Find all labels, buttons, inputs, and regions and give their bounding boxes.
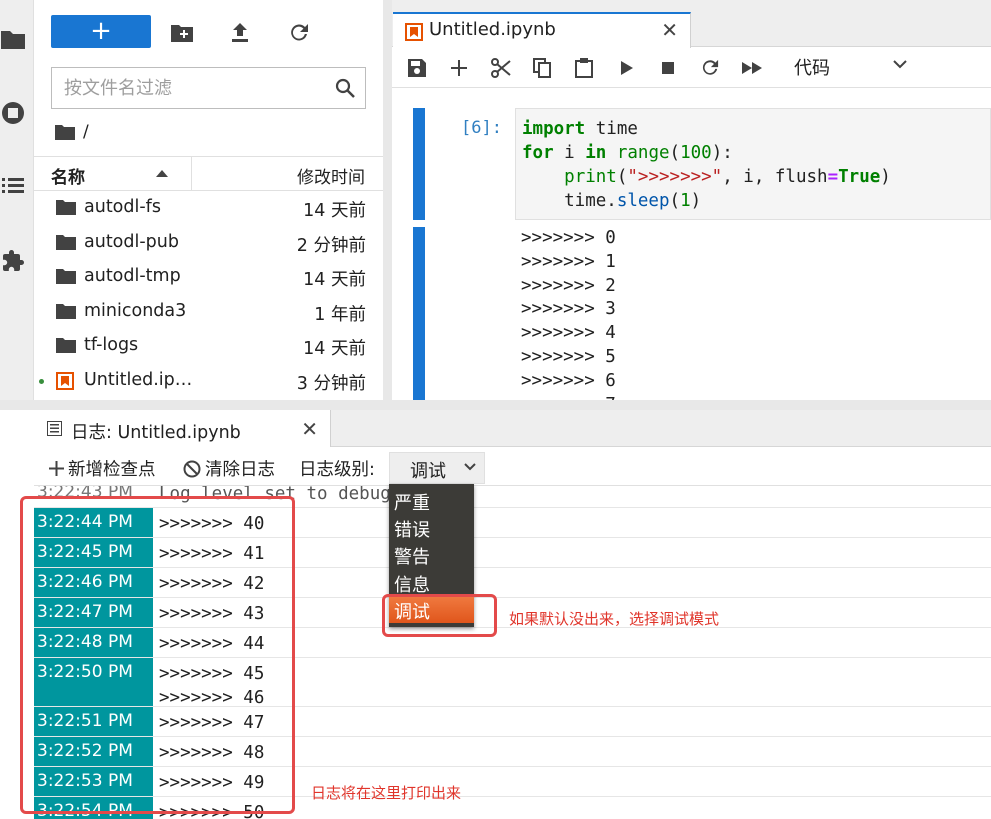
tab-notebook[interactable]: Untitled.ipynb ✕ (393, 12, 691, 48)
file-filter-input[interactable] (64, 76, 324, 100)
log-level-label: 日志级别: (299, 460, 375, 480)
file-name: autodl-tmp (84, 266, 181, 286)
save-icon[interactable] (403, 54, 431, 82)
file-modified: 14 天前 (303, 270, 366, 290)
breadcrumb-root[interactable]: / (83, 122, 89, 142)
restart-icon[interactable] (696, 54, 724, 82)
log-level-option[interactable]: 信息 (389, 569, 474, 596)
log-level-option[interactable]: 警告 (389, 541, 474, 568)
file-row[interactable]: tf-logs 14 天前 (34, 329, 383, 363)
close-icon[interactable]: ✕ (661, 18, 678, 42)
notebook-icon (56, 371, 74, 390)
breadcrumb: / (55, 120, 89, 144)
add-cell-icon[interactable] (445, 54, 473, 82)
extension-icon[interactable] (0, 248, 26, 274)
close-icon[interactable]: ✕ (301, 417, 318, 441)
code-cell[interactable]: [6]: import time for i in range(100): pr… (413, 108, 991, 220)
plus-icon (49, 461, 64, 476)
debug-option-highlight-box (382, 594, 497, 637)
log-level-option[interactable]: 严重 (389, 487, 474, 514)
code-editor[interactable]: import time for i in range(100): print("… (515, 108, 991, 220)
clear-icon (183, 460, 201, 477)
file-row[interactable]: Untitled.ip… 3 分钟前 (34, 364, 383, 398)
folder-icon (56, 268, 76, 284)
sort-ascending-icon (156, 170, 168, 177)
tab-log-console[interactable]: 日志: Untitled.ipynb ✕ (34, 410, 331, 447)
file-list-header: 名称 修改时间 (34, 156, 383, 191)
fast-forward-icon[interactable] (738, 54, 766, 82)
stop-icon[interactable] (654, 54, 682, 82)
file-filter-field[interactable] (51, 67, 366, 109)
log-toolbar: 新增检查点 清除日志 日志级别: (34, 448, 991, 486)
output-collapser[interactable] (413, 227, 425, 407)
file-modified: 2 分钟前 (296, 235, 366, 256)
add-checkpoint-label: 新增检查点 (68, 460, 156, 480)
chevron-down-icon (464, 463, 476, 471)
panel-splitter[interactable] (383, 0, 392, 410)
cell-type-select[interactable]: 代码 (794, 54, 830, 80)
file-name: autodl-fs (84, 197, 161, 217)
file-name: tf-logs (84, 335, 139, 355)
new-folder-icon[interactable] (168, 19, 196, 47)
log-tab-title: 日志: Untitled.ipynb (71, 423, 241, 443)
log-level-value: 调试 (410, 461, 446, 482)
clear-log-button[interactable]: 清除日志 (183, 456, 275, 481)
chevron-down-icon[interactable] (893, 60, 907, 69)
output-area: >>>>>>> 0 >>>>>>> 1 >>>>>>> 2 >>>>>>> 3 … (413, 227, 991, 415)
new-launcher-button[interactable]: + (51, 15, 151, 48)
search-icon (335, 78, 355, 98)
file-row[interactable]: miniconda3 1 年前 (34, 295, 383, 329)
toc-icon[interactable] (0, 173, 26, 199)
file-modified: 3 分钟前 (296, 373, 366, 394)
file-row[interactable]: autodl-tmp 14 天前 (34, 260, 383, 294)
refresh-icon[interactable] (285, 19, 313, 47)
column-modified-header[interactable]: 修改时间 (297, 163, 365, 188)
log-level-select[interactable]: 调试 (389, 452, 485, 484)
file-name: autodl-pub (84, 231, 179, 252)
cell-collapser[interactable] (413, 108, 425, 220)
activity-sidebar (0, 0, 34, 410)
file-row[interactable]: autodl-pub 2 分钟前 (34, 226, 383, 260)
upload-icon[interactable] (226, 19, 254, 47)
running-icon[interactable] (0, 100, 26, 126)
log-annotation: 日志将在这里打印出来 (311, 784, 462, 802)
add-checkpoint-button[interactable]: 新增检查点 (49, 456, 156, 481)
horizontal-splitter[interactable] (0, 400, 991, 410)
folder-icon (56, 303, 76, 319)
folder-icon[interactable] (0, 26, 26, 52)
run-icon[interactable] (613, 54, 641, 82)
running-indicator (39, 378, 44, 384)
folder-icon (56, 199, 76, 215)
folder-icon (56, 337, 76, 353)
notebook-icon (405, 23, 423, 41)
log-icon (47, 421, 62, 436)
output-text: >>>>>>> 0 >>>>>>> 1 >>>>>>> 2 >>>>>>> 3 … (521, 228, 616, 415)
input-prompt: [6]: (461, 118, 502, 138)
folder-icon[interactable] (55, 124, 75, 140)
file-name: miniconda3 (84, 300, 187, 321)
paste-icon[interactable] (570, 54, 598, 82)
column-divider[interactable] (191, 157, 192, 190)
file-row[interactable]: autodl-fs 14 天前 (34, 191, 383, 225)
file-name: Untitled.ip… (84, 369, 193, 390)
log-level-option[interactable]: 错误 (389, 514, 474, 541)
notebook-tab-title: Untitled.ipynb (429, 19, 556, 40)
clear-log-label: 清除日志 (205, 460, 275, 480)
log-area-highlight-box (20, 496, 295, 814)
code-text[interactable]: import time for i in range(100): print("… (522, 117, 891, 213)
file-modified: 1 年前 (314, 304, 366, 325)
folder-icon (56, 234, 76, 250)
file-modified: 14 天前 (303, 201, 366, 221)
cut-icon[interactable] (487, 54, 515, 82)
column-name-header[interactable]: 名称 (51, 163, 85, 188)
copy-icon[interactable] (528, 54, 556, 82)
file-modified: 14 天前 (303, 339, 366, 359)
dropdown-annotation: 如果默认没出来，选择调试模式 (509, 610, 720, 628)
